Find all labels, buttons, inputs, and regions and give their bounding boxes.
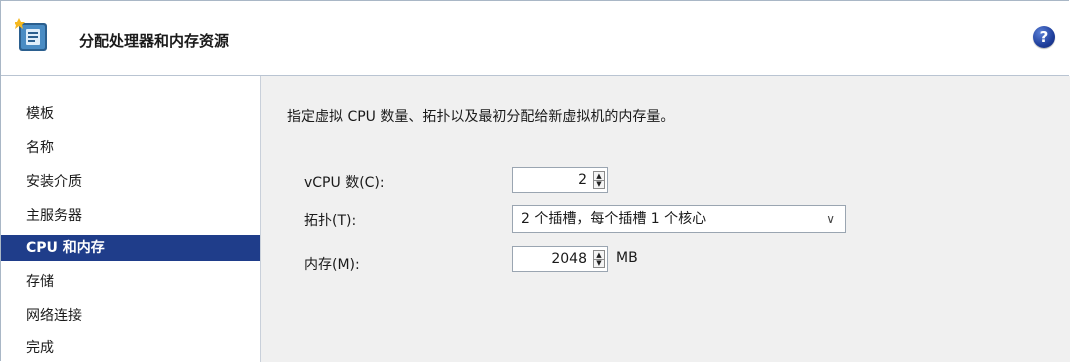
memory-stepper[interactable]: 2048 ▲ ▼ xyxy=(512,246,608,272)
vcpu-label: vCPU 数(C): xyxy=(304,175,385,191)
wizard-header: 分配处理器和内存资源 ? xyxy=(1,1,1067,75)
page-title: 分配处理器和内存资源 xyxy=(79,32,230,50)
sidebar-item-cpu-memory[interactable]: CPU 和内存 xyxy=(1,235,260,261)
memory-label: 内存(M): xyxy=(304,257,360,273)
main-panel: 指定虚拟 CPU 数量、拓扑以及最初分配给新虚拟机的内存量。 vCPU 数(C)… xyxy=(261,76,1070,362)
wizard-icon xyxy=(13,17,53,55)
chevron-down-icon[interactable]: ∨ xyxy=(826,206,835,232)
spin-down-icon[interactable]: ▼ xyxy=(594,259,604,267)
memory-value[interactable]: 2048 xyxy=(551,247,587,271)
sidebar-item-template[interactable]: 模板 xyxy=(1,101,260,127)
topology-select[interactable]: 2 个插槽，每个插槽 1 个核心 ∨ xyxy=(512,205,846,233)
topology-value[interactable]: 2 个插槽，每个插槽 1 个核心 xyxy=(521,206,706,232)
wizard-steps-sidebar: 模板 名称 安装介质 主服务器 CPU 和内存 存储 网络连接 完成 xyxy=(1,76,261,362)
sidebar-item-storage[interactable]: 存储 xyxy=(1,269,260,295)
topology-label: 拓扑(T): xyxy=(304,213,357,229)
sidebar-item-install-media[interactable]: 安装介质 xyxy=(1,169,260,195)
page-description: 指定虚拟 CPU 数量、拓扑以及最初分配给新虚拟机的内存量。 xyxy=(287,109,675,125)
help-icon[interactable]: ? xyxy=(1033,26,1055,48)
vcpu-stepper[interactable]: 2 ▲ ▼ xyxy=(512,167,608,193)
spin-down-icon[interactable]: ▼ xyxy=(594,180,604,188)
memory-unit: MB xyxy=(616,250,638,266)
vcpu-spin-buttons[interactable]: ▲ ▼ xyxy=(593,171,605,189)
memory-spin-buttons[interactable]: ▲ ▼ xyxy=(593,250,605,268)
vcpu-value[interactable]: 2 xyxy=(578,168,587,192)
sidebar-item-home-server[interactable]: 主服务器 xyxy=(1,203,260,229)
sidebar-item-finish[interactable]: 完成 xyxy=(1,335,260,361)
sidebar-item-name[interactable]: 名称 xyxy=(1,135,260,161)
sidebar-item-networking[interactable]: 网络连接 xyxy=(1,303,260,329)
